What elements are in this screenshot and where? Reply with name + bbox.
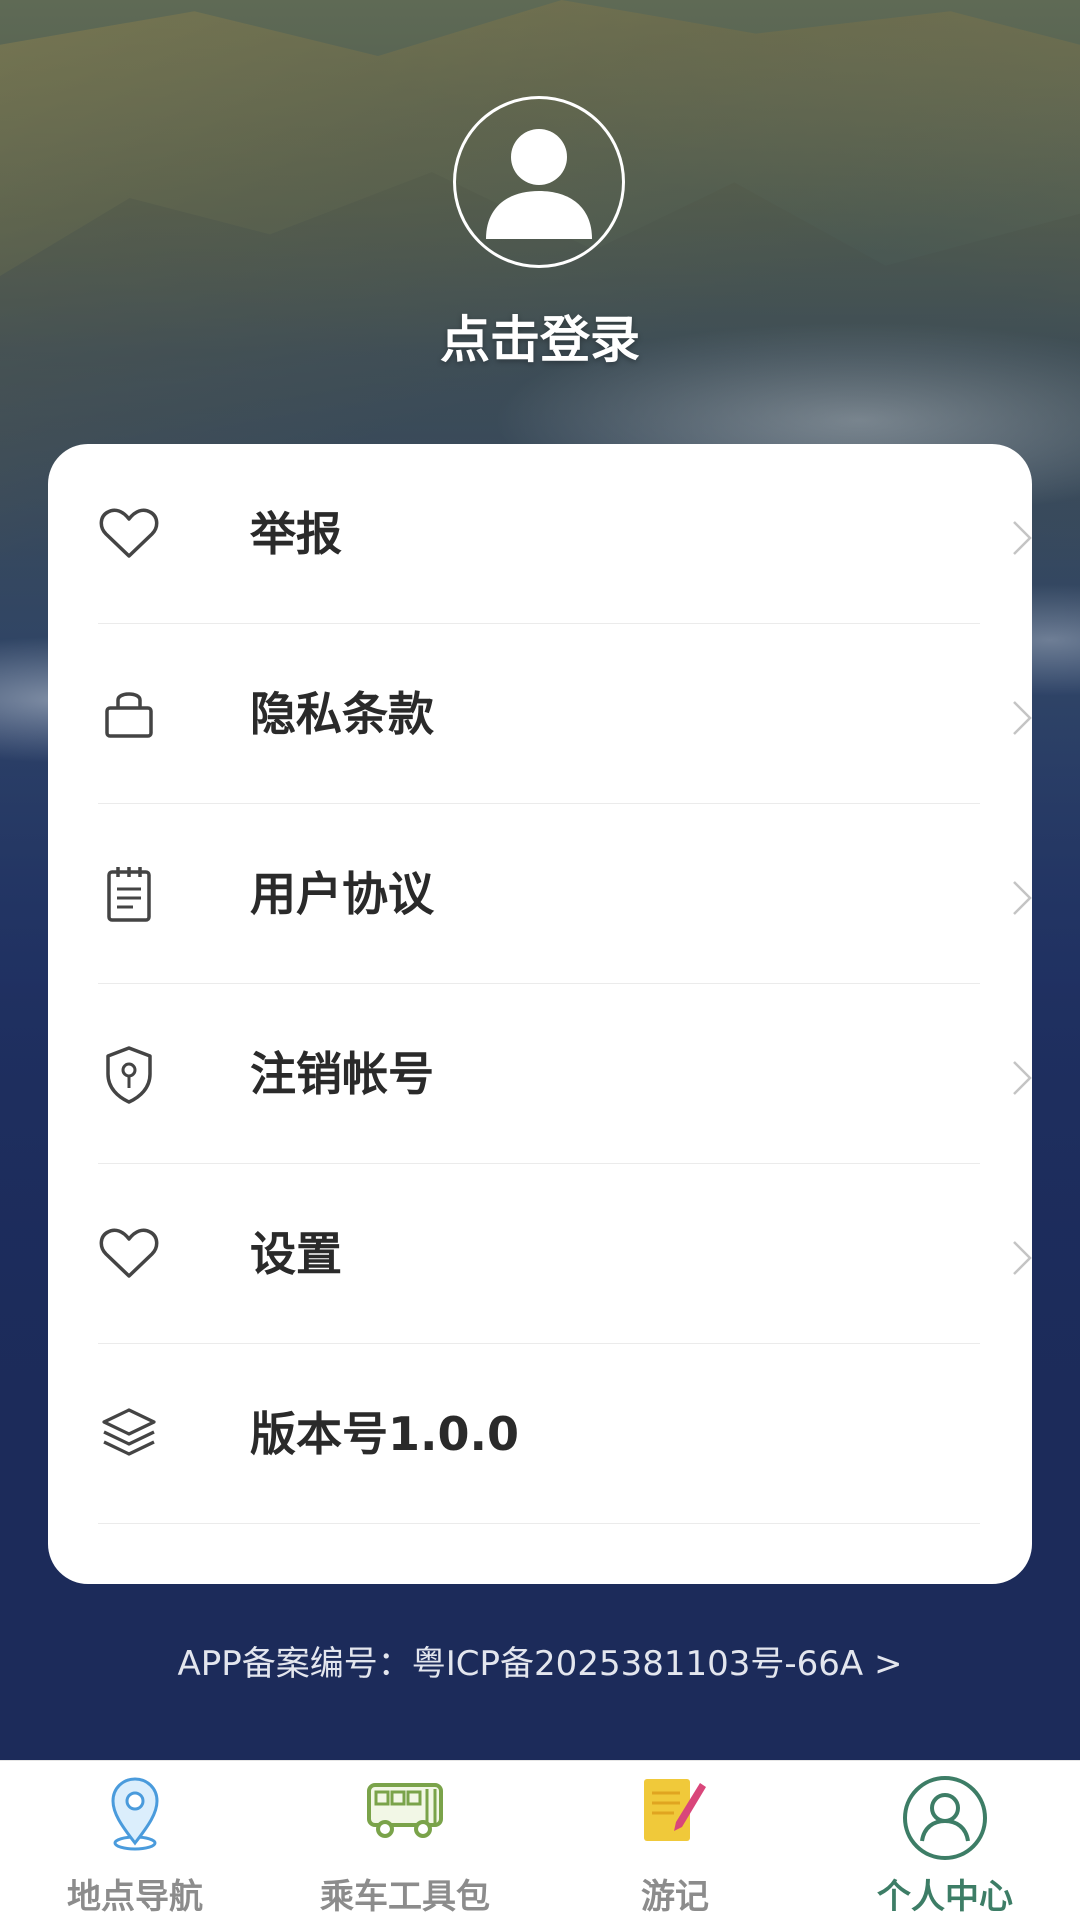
chevron-right-icon: [1013, 1241, 1032, 1275]
layers-icon: [102, 1408, 156, 1456]
tab-personal-center[interactable]: 个人中心: [810, 1761, 1080, 1921]
user-icon: [903, 1776, 987, 1860]
menu-item-label: 隐私条款: [250, 687, 434, 741]
menu-item-report[interactable]: 举报: [98, 444, 1032, 624]
chevron-right-icon: [1013, 881, 1032, 915]
menu-item-delete-account[interactable]: 注销帐号: [98, 984, 1032, 1164]
notepad-icon: [107, 867, 151, 922]
location-pin-icon: [111, 1777, 159, 1851]
tab-label: 个人中心: [877, 1877, 1013, 1917]
tab-label: 游记: [641, 1877, 709, 1917]
version-label: 版本号1.0.0: [250, 1407, 519, 1461]
chevron-right-icon: [1013, 701, 1032, 735]
avatar[interactable]: [453, 96, 625, 268]
icp-record-link[interactable]: APP备案编号：粤ICP备2025381103号-66A >: [0, 1636, 1080, 1685]
tab-transit-toolkit[interactable]: 乘车工具包: [270, 1761, 540, 1921]
menu-item-version: 版本号1.0.0: [98, 1344, 1030, 1524]
lock-icon: [105, 692, 153, 738]
menu-card: 举报 隐私条款 用户协议 注销帐号 设置 版本号1.0.0: [48, 444, 1032, 1584]
login-link[interactable]: 点击登录: [0, 300, 1080, 372]
heart-icon: [99, 1228, 159, 1278]
menu-item-privacy[interactable]: 隐私条款: [98, 624, 1032, 804]
notebook-pen-icon: [644, 1779, 706, 1841]
tab-location-navigation[interactable]: 地点导航: [0, 1761, 270, 1921]
chevron-right-icon: [1013, 521, 1032, 555]
divider: [98, 1523, 980, 1524]
heart-icon: [99, 508, 159, 558]
user-avatar-icon: [486, 129, 592, 239]
tab-label: 乘车工具包: [320, 1877, 490, 1917]
menu-item-label: 举报: [250, 507, 342, 561]
chevron-right-icon: [1013, 1061, 1032, 1095]
menu-item-label: 设置: [250, 1227, 342, 1281]
menu-item-settings[interactable]: 设置: [98, 1164, 1032, 1344]
menu-item-user-agreement[interactable]: 用户协议: [98, 804, 1032, 984]
shield-keyhole-icon: [106, 1046, 152, 1104]
bottom-tab-bar: 地点导航 乘车工具包 游记 个人中心: [0, 1760, 1080, 1921]
tab-label: 地点导航: [67, 1877, 203, 1917]
menu-item-label: 注销帐号: [250, 1047, 434, 1101]
menu-item-label: 用户协议: [250, 867, 434, 921]
bus-icon: [367, 1783, 443, 1838]
tab-travel-notes[interactable]: 游记: [540, 1761, 810, 1921]
